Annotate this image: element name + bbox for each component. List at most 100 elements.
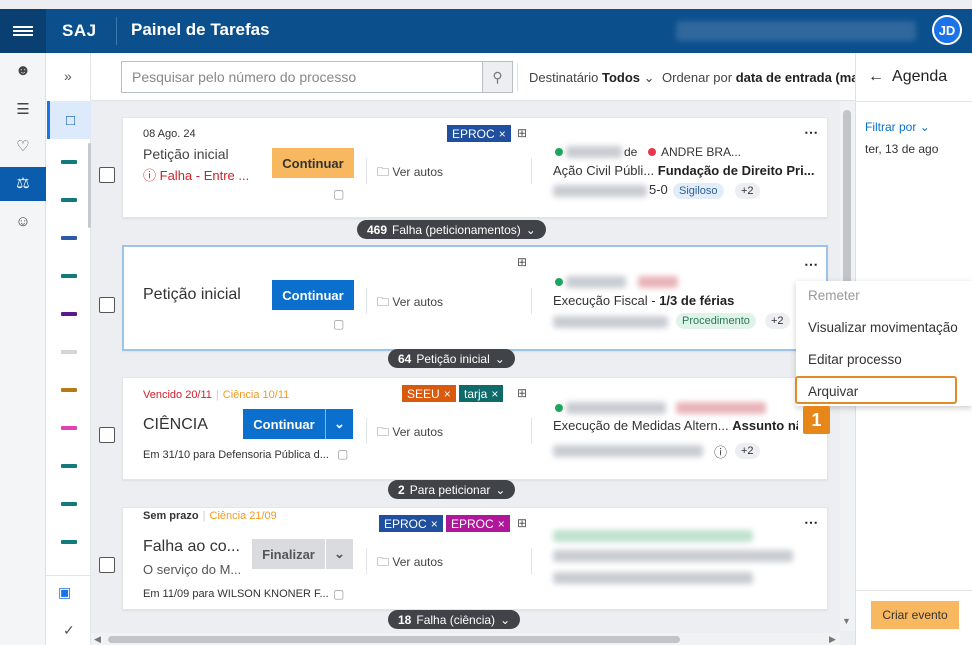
task-checkbox[interactable] xyxy=(99,297,115,313)
color-marker[interactable] xyxy=(61,540,77,544)
group-pill[interactable]: 469 Falha (peticionamentos) ⌄ xyxy=(357,220,546,239)
task-checkbox[interactable] xyxy=(99,557,115,573)
check-icon[interactable]: ✓ xyxy=(63,622,75,639)
left-rail: ☻ ☰ ♡ ⚖ ☺ xyxy=(0,53,46,645)
continue-button[interactable]: Continuar xyxy=(243,409,325,439)
search-input[interactable] xyxy=(121,61,483,93)
scales-icon[interactable]: ⚖ xyxy=(0,167,46,201)
scroll-left-arrow-icon[interactable]: ◀ xyxy=(94,634,101,645)
chevron-down-icon[interactable]: ⌄ xyxy=(325,409,353,439)
view-records-link[interactable]: 🗀 Ver autos xyxy=(377,553,443,574)
close-icon[interactable]: × xyxy=(499,127,506,141)
group-pill[interactable]: 18 Falha (ciência) ⌄ xyxy=(388,610,521,629)
close-icon[interactable]: × xyxy=(498,517,505,531)
handshake-icon[interactable]: ♡ xyxy=(13,137,33,157)
task-checkbox[interactable] xyxy=(99,167,115,183)
color-marker[interactable] xyxy=(61,274,77,278)
tag-tarja[interactable]: tarja × xyxy=(459,385,504,402)
group-count: 469 xyxy=(367,222,388,237)
comment-icon[interactable]: ▢ xyxy=(333,187,344,201)
redacted-party xyxy=(566,402,666,414)
hamburger-menu-icon[interactable] xyxy=(0,9,46,53)
redacted-number xyxy=(553,445,703,457)
tag-eproc[interactable]: EPROC × xyxy=(379,515,443,532)
scroll-right-arrow-icon[interactable]: ▶ xyxy=(829,634,836,645)
color-marker[interactable] xyxy=(61,350,77,354)
case-number-suffix: 5-0 xyxy=(649,182,668,197)
toolbar-divider xyxy=(517,63,518,91)
scroll-down-arrow-icon[interactable]: ▼ xyxy=(842,616,851,626)
sort-dropdown[interactable]: Ordenar por data de entrada (mais xyxy=(662,70,855,85)
add-tag-icon[interactable]: ⊞ xyxy=(517,255,527,269)
add-marker-icon[interactable]: ▣ xyxy=(58,584,71,601)
info-icon: ⓘ xyxy=(143,168,157,183)
filter-dropdown[interactable]: Filtrar por ⌄ xyxy=(865,120,930,134)
group-label: Petição inicial xyxy=(416,351,490,366)
view-records-link[interactable]: 🗀 Ver autos xyxy=(377,163,443,184)
add-tag-icon[interactable]: ⊞ xyxy=(517,126,527,140)
color-marker[interactable] xyxy=(61,312,77,316)
people-icon[interactable]: ☺ xyxy=(13,213,33,233)
more-options-icon[interactable]: ⋯ xyxy=(804,256,819,273)
color-marker[interactable] xyxy=(61,502,77,506)
close-icon[interactable]: × xyxy=(444,387,451,401)
more-options-icon[interactable]: ⋯ xyxy=(804,514,819,531)
color-marker[interactable] xyxy=(61,236,77,240)
card-divider xyxy=(531,418,532,444)
group-pill[interactable]: 2 Para peticionar ⌄ xyxy=(388,480,516,499)
chevron-down-icon[interactable]: ⌄ xyxy=(325,539,353,569)
continue-button[interactable]: Continuar xyxy=(272,280,354,310)
color-marker[interactable] xyxy=(61,426,77,430)
chevron-down-icon: ⌄ xyxy=(919,120,930,134)
more-count-badge[interactable]: +2 xyxy=(735,183,760,199)
finish-button[interactable]: Finalizar xyxy=(252,539,325,569)
case-class-text: Execução de Medidas Altern... xyxy=(553,418,729,433)
marker-scrollbar[interactable] xyxy=(88,143,91,228)
status-badge: Procedimento xyxy=(676,313,756,329)
case-class-text: Ação Civil Públi... xyxy=(553,163,655,178)
task-title: Petição inicial xyxy=(143,286,241,303)
status-dot-red xyxy=(648,148,656,156)
horizontal-scroll-thumb[interactable] xyxy=(108,636,680,643)
close-icon[interactable]: × xyxy=(491,387,498,401)
comment-icon[interactable]: ▢ xyxy=(333,587,344,601)
comment-icon[interactable]: ▢ xyxy=(337,447,348,461)
view-records-link[interactable]: 🗀 Ver autos xyxy=(377,423,443,444)
avatar[interactable]: JD xyxy=(932,15,962,45)
tag-eproc[interactable]: EPROC × xyxy=(446,515,510,532)
case-class: Execução de Medidas Altern... Assunto nã xyxy=(553,418,798,433)
status-dot-green xyxy=(555,404,563,412)
info-icon[interactable]: ⓘ xyxy=(714,442,727,461)
more-count-badge[interactable]: +2 xyxy=(735,443,760,459)
tag-seeu[interactable]: SEEU × xyxy=(402,385,456,402)
menu-item-remeter[interactable]: Remeter xyxy=(808,288,860,303)
search-icon[interactable]: ⚲ xyxy=(483,61,513,93)
create-event-button[interactable]: Criar evento xyxy=(871,601,959,629)
continue-button[interactable]: Continuar xyxy=(272,148,354,178)
add-tag-icon[interactable]: ⊞ xyxy=(517,386,527,400)
more-options-icon[interactable]: ⋯ xyxy=(804,124,819,141)
comment-icon[interactable]: ▢ xyxy=(333,317,344,331)
add-tag-icon[interactable]: ⊞ xyxy=(517,516,527,530)
task-checkbox[interactable] xyxy=(99,427,115,443)
color-marker[interactable] xyxy=(61,160,77,164)
bookmark-icon[interactable]: □ xyxy=(47,101,91,139)
tag-label: EPROC xyxy=(451,516,494,531)
back-arrow-icon[interactable]: ← xyxy=(868,68,884,85)
task-footer: Em 31/10 para Defensoria Pública d... xyxy=(143,449,329,461)
close-icon[interactable]: × xyxy=(431,517,438,531)
color-marker[interactable] xyxy=(61,388,77,392)
menu-item-edit-process[interactable]: Editar processo xyxy=(808,352,902,367)
color-marker[interactable] xyxy=(61,464,77,468)
tag-eproc[interactable]: EPROC × xyxy=(447,125,511,142)
color-marker[interactable] xyxy=(61,198,77,202)
more-count-badge[interactable]: +2 xyxy=(765,313,790,329)
menu-item-view-movement[interactable]: Visualizar movimentação xyxy=(808,320,958,335)
task-footer: Em 11/09 para WILSON KNONER F... xyxy=(143,588,329,600)
recipient-filter[interactable]: Destinatário Todos ⌄ xyxy=(529,70,655,86)
view-records-link[interactable]: 🗀 Ver autos xyxy=(377,293,443,314)
users-settings-icon[interactable]: ☻ xyxy=(13,62,33,82)
expand-chevron-icon[interactable]: » xyxy=(64,68,72,84)
group-pill[interactable]: 64 Petição inicial ⌄ xyxy=(388,349,515,368)
checklist-icon[interactable]: ☰ xyxy=(13,100,33,120)
